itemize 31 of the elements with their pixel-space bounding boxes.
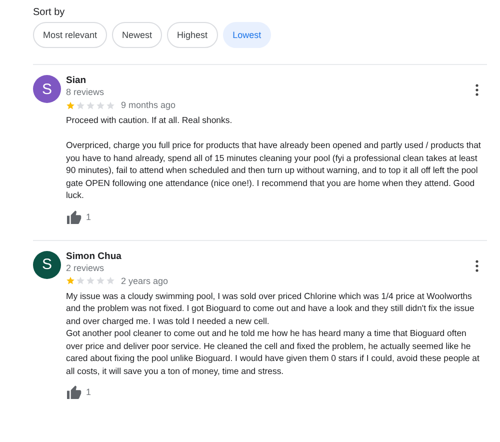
like-count: 1: [86, 387, 92, 397]
review-text: Proceed with caution. If at all. Real shonks. Overpriced, charge you full price for products that have already been opened and partly used / products that you have to hand already, spend all of 15 minutes cleaning your pool (fyi a professional clean takes at least 90 minutes), fail to attend when scheduled and then turn up without warning, and to top it all off left the pool gate OPEN following one attendance (nice one!). I recommend that you are home when they attend. Good luck.: [66, 114, 482, 202]
review-text: My issue was a cloudy swimming pool, I was sold over priced Chlorine which was 1/4 price at Woolworths and the problem was not fixed. I got Bioguard to come out and have a look and they still didn't fix the issue and over charged me. I was told I needed a new cell. Got another pool cleaner to come out and he told me how he has heard many a time that Bioguard often over price and deliver poor service. He cleaned the cell and fixed the problem, he actually seemed like he cared about fixing the pool unlike Bioguard. I would have given them 0 stars if I could, avoid these people at all costs, it will save you a ton of money, time and stress.: [66, 290, 480, 377]
star-icon: [86, 276, 95, 285]
sort-chip[interactable]: Most relevant: [33, 22, 108, 48]
star-icon: [76, 100, 85, 110]
avatar[interactable]: S: [33, 250, 61, 278]
more-options-icon[interactable]: [475, 84, 479, 96]
star-icon: [86, 100, 95, 110]
reviewer-name[interactable]: Simon Chua: [66, 250, 122, 262]
review-count: 2 reviews: [66, 262, 106, 272]
sort-chip[interactable]: Highest: [167, 22, 218, 48]
star-icon: [76, 276, 85, 285]
star-icon: [66, 276, 75, 285]
review-count: 8 reviews: [66, 87, 104, 97]
like-count: 1: [86, 212, 92, 222]
sort-chip[interactable]: Newest: [112, 22, 162, 48]
star-icon: [96, 276, 105, 285]
reviewer-name[interactable]: Sian: [66, 75, 104, 86]
star-icon: [96, 100, 105, 110]
review-date: 2 years ago: [121, 276, 168, 286]
more-options-icon[interactable]: [475, 260, 479, 272]
thumbs-up-icon[interactable]: [66, 210, 82, 224]
star-icon: [106, 276, 115, 285]
avatar[interactable]: S: [33, 75, 61, 103]
star-icon: [106, 100, 115, 110]
star-icon: [66, 100, 75, 110]
sort-label: Sort by: [33, 7, 66, 18]
review-date: 9 months ago: [121, 100, 176, 110]
thumbs-up-icon[interactable]: [66, 385, 82, 399]
sort-chip[interactable]: Lowest: [222, 22, 272, 48]
